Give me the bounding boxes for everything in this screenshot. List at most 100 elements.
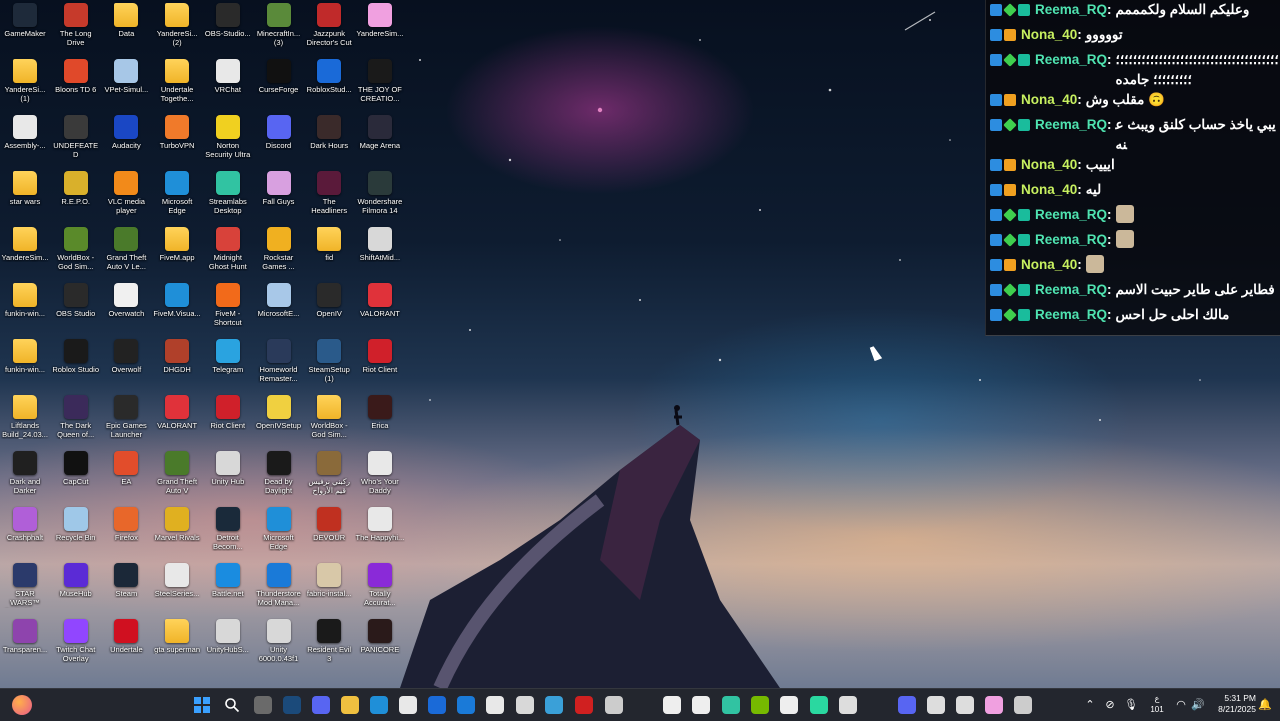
curseforge-icon[interactable] <box>663 696 681 714</box>
shield-icon[interactable] <box>839 696 857 714</box>
desktop-icon[interactable]: Riot Client <box>203 392 253 448</box>
search-icon[interactable] <box>224 697 240 713</box>
desktop-icon[interactable]: Unity Hub <box>203 448 253 504</box>
desktop-icon[interactable]: GameMaker <box>0 0 50 56</box>
desktop-icon[interactable]: Thunderstore Mod Mana... <box>254 560 304 616</box>
desktop-icon[interactable]: funkin-win... <box>0 280 50 336</box>
system-clock[interactable]: 5:31 PM 8/21/2025 <box>1206 693 1256 715</box>
wifi-icon[interactable]: ◠ <box>1175 699 1187 711</box>
desktop-icon[interactable]: VALORANT <box>355 280 405 336</box>
desktop-icon[interactable]: Microsoft Edge <box>254 504 304 560</box>
widgets-icon[interactable] <box>12 695 32 715</box>
desktop-icon[interactable]: Undertale <box>101 616 151 672</box>
desktop-icon[interactable]: Erica <box>355 392 405 448</box>
app-icon[interactable] <box>428 696 446 714</box>
desktop-icon[interactable]: Homeworld Remaster... <box>254 336 304 392</box>
desktop-icon[interactable]: CapCut <box>51 448 101 504</box>
desktop-icon[interactable]: Dark Hours <box>304 112 354 168</box>
desktop-icon[interactable]: Microsoft Edge <box>152 168 202 224</box>
valorant-icon[interactable] <box>575 696 593 714</box>
desktop-icon[interactable]: Data <box>101 0 151 56</box>
desktop-icon[interactable]: Telegram <box>203 336 253 392</box>
desktop-icon[interactable]: Discord <box>254 112 304 168</box>
desktop-icon[interactable]: Grand Theft Auto V <box>152 448 202 504</box>
discord-icon[interactable] <box>312 696 330 714</box>
desktop-icon[interactable]: WorldBox - God Sim... <box>304 392 354 448</box>
notification-bell-icon[interactable]: 🔔 <box>1258 699 1272 711</box>
desktop-icon[interactable]: The Happyhi... <box>355 504 405 560</box>
desktop-icon[interactable]: VPet-Simul... <box>101 56 151 112</box>
folder-icon[interactable] <box>341 696 359 714</box>
desktop-icon[interactable]: VLC media player <box>101 168 151 224</box>
desktop-icon[interactable]: DHGDH <box>152 336 202 392</box>
thunderstore-icon[interactable] <box>457 696 475 714</box>
desktop-icon[interactable]: Riot Client <box>355 336 405 392</box>
desktop-icon[interactable]: Roblox Studio <box>51 336 101 392</box>
desktop-icon[interactable]: fid <box>304 224 354 280</box>
desktop-icon[interactable]: R.E.P.O. <box>51 168 101 224</box>
store-icon[interactable] <box>399 696 417 714</box>
desktop-icon[interactable]: fabric-instal... <box>304 560 354 616</box>
capcut-icon[interactable] <box>486 696 504 714</box>
desktop-icon[interactable]: PANICORE <box>355 616 405 672</box>
obs-icon[interactable] <box>927 696 945 714</box>
game-icon[interactable] <box>692 696 710 714</box>
nvidia-icon[interactable] <box>751 696 769 714</box>
desktop-icon[interactable]: Unity 6000.0.43f1 <box>254 616 304 672</box>
desktop-icon[interactable]: SteelSeries... <box>152 560 202 616</box>
desktop-icon[interactable]: VALORANT <box>152 392 202 448</box>
desktop-icon[interactable]: Detroit Becom... <box>203 504 253 560</box>
start-button[interactable] <box>194 697 210 713</box>
desktop-icon[interactable]: Dead by Daylight <box>254 448 304 504</box>
desktop-icon[interactable]: Resident Evil 3 <box>304 616 354 672</box>
desktop-icon[interactable]: MicrosoftE... <box>254 280 304 336</box>
desktop-icon[interactable]: Epic Games Launcher <box>101 392 151 448</box>
desktop-icon[interactable]: funkin-win... <box>0 336 50 392</box>
desktop-icon[interactable]: Liftlands Build_24.03... <box>0 392 50 448</box>
desktop-icon[interactable]: Rockstar Games ... <box>254 224 304 280</box>
desktop-icon[interactable]: FiveM.Visua... <box>152 280 202 336</box>
desktop-icon[interactable]: Audacity <box>101 112 151 168</box>
desktop-icon[interactable]: YandereSim... <box>0 224 50 280</box>
desktop-icon[interactable]: ركبني نرفيس قيم الأرواح <box>304 448 354 504</box>
desktop-icon[interactable]: The Headliners <box>304 168 354 224</box>
desktop-icon[interactable]: Overwatch <box>101 280 151 336</box>
desktop-icon[interactable]: YandereSim... <box>355 0 405 56</box>
app-icon[interactable] <box>810 696 828 714</box>
desktop-icon[interactable]: VRChat <box>203 56 253 112</box>
desktop-icon[interactable]: THE JOY OF CREATIO... <box>355 56 405 112</box>
desktop-icon[interactable]: Transparen... <box>0 616 50 672</box>
desktop-icon[interactable]: UNDEFEATED <box>51 112 101 168</box>
desktop-icon[interactable]: Overwolf <box>101 336 151 392</box>
yandere-sim-icon[interactable] <box>985 696 1003 714</box>
network-off-icon[interactable]: ⊘ <box>1104 699 1116 711</box>
desktop-icon[interactable]: OpenIV <box>304 280 354 336</box>
desktop-icon[interactable]: Firefox <box>101 504 151 560</box>
desktop-icon[interactable]: OBS-Studio... <box>203 0 253 56</box>
desktop-icon[interactable]: SteamSetup (1) <box>304 336 354 392</box>
desktop-icon[interactable]: STAR WARS™ Battlefront... <box>0 560 50 616</box>
desktop-icon[interactable]: Fall Guys <box>254 168 304 224</box>
desktop-icon[interactable]: OBS Studio <box>51 280 101 336</box>
desktop-icon[interactable]: Crashphalt <box>0 504 50 560</box>
desktop-icon[interactable]: Steam <box>101 560 151 616</box>
desktop-icon[interactable]: TurboVPN <box>152 112 202 168</box>
unity-hub-icon[interactable] <box>605 696 623 714</box>
microphone-icon[interactable]: 🎙 <box>1124 699 1138 711</box>
unreal-icon[interactable] <box>1014 696 1032 714</box>
desktop-icon[interactable]: Battle.net <box>203 560 253 616</box>
desktop-icon[interactable]: Recycle Bin <box>51 504 101 560</box>
language-indicator[interactable]: ع 101 <box>1145 693 1169 715</box>
paint-icon[interactable] <box>545 696 563 714</box>
edge-icon[interactable] <box>370 696 388 714</box>
desktop-icon[interactable]: DEVOUR <box>304 504 354 560</box>
desktop-icon[interactable]: The Dark Queen of... <box>51 392 101 448</box>
notepad-icon[interactable] <box>516 696 534 714</box>
desktop-icon[interactable]: Midnight Ghost Hunt <box>203 224 253 280</box>
steam-icon[interactable] <box>283 696 301 714</box>
desktop-icon[interactable]: EA <box>101 448 151 504</box>
desktop-icon[interactable]: YandereSi... (1) <box>0 56 50 112</box>
discord-icon[interactable] <box>898 696 916 714</box>
desktop-icon[interactable]: Dark and Darker <box>0 448 50 504</box>
desktop-icon[interactable]: Who's Your Daddy <box>355 448 405 504</box>
